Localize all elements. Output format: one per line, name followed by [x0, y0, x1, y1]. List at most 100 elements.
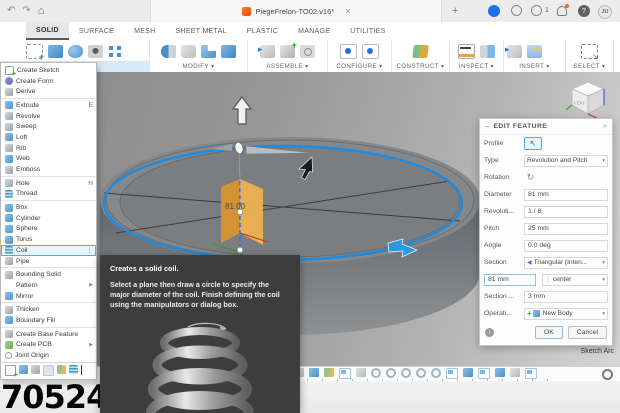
tab-surface[interactable]: SURFACE	[69, 22, 124, 40]
menu-item-box[interactable]: Box	[1, 202, 96, 213]
revolutions-input[interactable]	[524, 206, 608, 218]
toolbar-group-label[interactable]: CONFIGURE ▾	[328, 61, 391, 72]
timeline-form-icon[interactable]	[401, 368, 411, 378]
create-form-icon[interactable]	[68, 45, 83, 58]
quick-create-sketch-icon[interactable]	[5, 365, 16, 376]
menu-item-create-base-feature[interactable]: Create Base Feature	[1, 329, 96, 340]
quick-extrude-icon[interactable]	[19, 365, 28, 374]
menu-item-sweep[interactable]: Sweep	[1, 121, 96, 132]
quick-construct-plane-icon[interactable]	[57, 365, 66, 374]
timeline-extrude-icon[interactable]	[463, 368, 473, 377]
new-tab-button[interactable]: +	[452, 4, 458, 18]
extrude-icon[interactable]	[48, 45, 63, 58]
menu-item-web[interactable]: Web	[1, 154, 96, 165]
dialog-more-icon[interactable]: »	[603, 123, 607, 130]
timeline-extrude-icon[interactable]	[495, 368, 505, 377]
quick-revolve-icon[interactable]	[31, 365, 40, 374]
menu-item-joint-origin[interactable]: Joint Origin	[1, 350, 96, 361]
select-tool-icon[interactable]	[581, 44, 598, 59]
ok-button[interactable]: OK	[535, 326, 563, 339]
configuration-table-icon[interactable]	[340, 44, 357, 59]
timeline-settings-gear-icon[interactable]	[602, 369, 613, 380]
type-dropdown[interactable]: Revolution and Pitch ▾	[524, 155, 608, 167]
menu-item-coil[interactable]: Coil ⋮	[1, 245, 96, 256]
timeline-sketch-icon[interactable]	[339, 368, 351, 379]
hole-icon[interactable]	[88, 45, 103, 58]
pattern-icon[interactable]	[108, 45, 123, 58]
quick-loft-icon[interactable]	[43, 365, 54, 376]
user-avatar[interactable]: JU	[598, 5, 612, 19]
section-analysis-icon[interactable]	[480, 45, 495, 58]
height-manipulator-arrow[interactable]	[233, 97, 251, 124]
dimension-label[interactable]: 81.00	[225, 202, 246, 211]
timeline-construct-plane-icon[interactable]	[324, 368, 334, 377]
toolbar-group-label[interactable]: INSPECT ▾	[450, 61, 503, 72]
toolbar-group-label[interactable]: INSERT ▾	[504, 61, 565, 72]
toolbar-group-label[interactable]: SELECT ▾	[566, 61, 613, 72]
menu-item-thread[interactable]: Thread	[1, 189, 96, 202]
info-icon[interactable]: i	[485, 328, 494, 337]
menu-item-loft[interactable]: Loft	[1, 132, 96, 143]
menu-item-boundary-fill[interactable]: Boundary Fill	[1, 315, 96, 328]
pitch-input[interactable]	[524, 223, 608, 235]
configure-features-icon[interactable]	[362, 44, 379, 59]
insert-component-icon[interactable]	[260, 45, 275, 58]
menu-item-hole[interactable]: Hole H	[1, 178, 96, 189]
rotation-direction-toggle[interactable]: ↻	[524, 171, 537, 184]
profile-select-button[interactable]: ↖	[524, 137, 542, 150]
collapse-icon[interactable]: –	[485, 122, 489, 131]
menu-item-options-icon[interactable]: ⋮	[87, 246, 94, 254]
menu-item-cylinder[interactable]: Cylinder	[1, 213, 96, 224]
construction-plane-icon[interactable]	[412, 45, 429, 58]
timeline-form-icon[interactable]	[431, 368, 441, 378]
press-pull-icon[interactable]	[161, 45, 176, 58]
menu-item-sphere[interactable]: Sphere	[1, 224, 96, 235]
tab-solid[interactable]: SOLID	[26, 22, 69, 40]
menu-item-pipe[interactable]: Pipe	[1, 256, 96, 269]
timeline-fillet-icon[interactable]	[510, 368, 520, 377]
menu-item-bounding-solid[interactable]: Bounding Solid	[1, 269, 96, 280]
redo-icon[interactable]: ↷	[22, 0, 30, 22]
combine-icon[interactable]	[221, 45, 236, 58]
undo-icon[interactable]: ↶	[7, 0, 15, 22]
toolbar-group-label[interactable]: CONSTRUCT ▾	[392, 61, 449, 72]
timeline-sketch-icon[interactable]	[525, 368, 537, 379]
tab-close-icon[interactable]: ×	[345, 6, 350, 16]
joint-icon[interactable]	[300, 45, 315, 58]
menu-item-extrude[interactable]: Extrude E	[1, 100, 96, 111]
tab-manage[interactable]: MANAGE	[288, 22, 340, 40]
notification-bell-icon[interactable]	[557, 6, 567, 16]
section-type-dropdown[interactable]: ◀ Triangular (Inten... ▾	[524, 257, 608, 269]
timeline-revolve-icon[interactable]	[309, 368, 319, 377]
menu-item-mirror[interactable]: Mirror	[1, 291, 96, 304]
menu-item-derive[interactable]: Derive	[1, 86, 96, 99]
new-component-icon[interactable]	[280, 45, 295, 58]
timeline-form-icon[interactable]	[416, 368, 426, 378]
canvas-icon[interactable]	[527, 45, 542, 58]
toolbar-group-label[interactable]: MODIFY ▾	[150, 61, 247, 72]
help-icon[interactable]: ?	[578, 5, 590, 17]
menu-item-thicken[interactable]: Thicken	[1, 304, 96, 315]
job-status-icon[interactable]	[488, 5, 500, 17]
section-position-dropdown[interactable]: ⋮ center ▾	[542, 274, 608, 286]
shell-icon[interactable]	[201, 45, 216, 58]
toolbar-group-label[interactable]: ASSEMBLE ▾	[248, 61, 327, 72]
operation-dropdown[interactable]: + New Body ▾	[524, 308, 608, 320]
home-icon[interactable]: ⌂	[38, 0, 45, 22]
menu-item-create-sketch[interactable]: Create Sketch	[1, 65, 96, 76]
tab-plastic[interactable]: PLASTIC	[237, 22, 288, 40]
menu-item-torus[interactable]: Torus	[1, 234, 96, 245]
timeline-hole-icon[interactable]	[356, 368, 366, 377]
tab-sheet-metal[interactable]: SHEET METAL	[166, 22, 237, 40]
timeline-form-icon[interactable]	[371, 368, 381, 378]
dialog-header[interactable]: – EDIT FEATURE »	[480, 119, 612, 135]
extensions-icon[interactable]	[531, 5, 542, 16]
measure-icon[interactable]	[458, 44, 475, 59]
insert-mesh-icon[interactable]	[547, 45, 562, 58]
section-size-input[interactable]	[524, 291, 608, 303]
menu-item-pattern[interactable]: Pattern ▶	[1, 280, 96, 291]
view-cube[interactable]: LEFT	[564, 74, 612, 122]
fillet-icon[interactable]	[181, 45, 196, 58]
document-tab[interactable]: PiegeFrelon-TO02 v16* ×	[150, 0, 442, 22]
menu-item-rib[interactable]: Rib	[1, 143, 96, 154]
